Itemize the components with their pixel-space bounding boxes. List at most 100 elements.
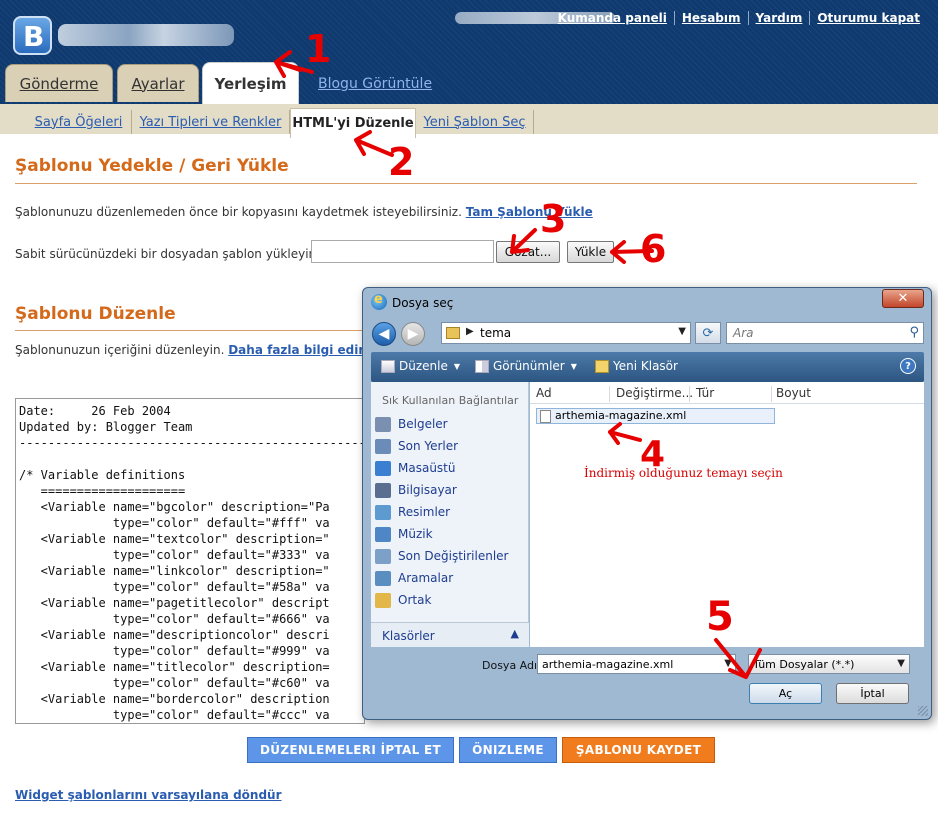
column-type[interactable]: Tür (696, 386, 772, 402)
cancel-edits-button[interactable]: DÜZENLEMELERI İPTAL ET (247, 737, 454, 763)
dialog-toolbar: Düzenle ▼ Görünümler ▼ Yeni Klasör ? (371, 352, 924, 382)
column-size[interactable]: Boyut (776, 386, 836, 402)
file-item[interactable]: arthemia-magazine.xml (536, 408, 775, 424)
file-path-input[interactable] (311, 240, 494, 263)
search-placeholder: Ara (733, 326, 754, 340)
close-button[interactable]: ✕ (882, 289, 924, 308)
sub-navigation: Sayfa Öğeleri Yazı Tipleri ve Renkler HT… (0, 104, 938, 138)
subtab-fonts-colors[interactable]: Yazı Tipleri ve Renkler (132, 110, 290, 134)
blogger-logo[interactable]: B (13, 16, 52, 55)
ie-icon (371, 292, 387, 310)
sign-out-link[interactable]: Oturumu kapat (809, 11, 927, 25)
chevron-down-icon[interactable]: ▼ (897, 658, 905, 669)
column-headers: Ad Değiştirme... Tür Boyut (530, 382, 924, 404)
column-modified[interactable]: Değiştirme... (616, 386, 693, 402)
new-folder-button[interactable]: Yeni Klasör (595, 359, 678, 373)
nav-item-icon (375, 570, 391, 586)
nav-item-label: Müzik (398, 527, 433, 541)
template-code: Date: 26 Feb 2004 Updated by: Blogger Te… (19, 404, 365, 722)
nav-item[interactable]: Resimler (375, 502, 525, 522)
blogger-logo-letter: B (23, 20, 45, 53)
blurred-blog-name (58, 24, 234, 46)
favorite-links-header: Sık Kullanılan Bağlantılar (382, 394, 519, 407)
nav-item[interactable]: Son Yerler (375, 436, 525, 456)
filename-input[interactable]: arthemia-magazine.xml ▼ (537, 654, 736, 674)
tab-settings[interactable]: Ayarlar (117, 64, 199, 102)
folder-icon (446, 327, 460, 339)
nav-item[interactable]: Son Değiştirilenler (375, 546, 525, 566)
new-folder-label: Yeni Klasör (613, 359, 678, 373)
save-template-button[interactable]: ŞABLONU KAYDET (562, 737, 715, 763)
backup-description: Şablonunuzu düzenlemeden önce bir kopyas… (15, 205, 462, 219)
back-arrow-icon[interactable]: ◀ (372, 322, 396, 346)
nav-item-label: Son Yerler (398, 439, 459, 453)
file-dialog: Dosya seç ✕ ◀ ▶ ▶ tema ▼ ⟳ Ara ⚲ Düzenle… (362, 287, 932, 720)
organize-button[interactable]: Düzenle ▼ (381, 359, 460, 373)
column-name[interactable]: Ad (536, 386, 610, 402)
search-input[interactable]: Ara ⚲ (726, 322, 924, 344)
subtab-edit-html[interactable]: HTML'yi Düzenle (290, 108, 416, 138)
instruction-note: İndirmiş olduğunuz temayı seçin (584, 466, 783, 480)
tab-settings-label: Ayarlar (131, 74, 185, 93)
dialog-cancel-button[interactable]: İptal (836, 683, 909, 704)
preview-button[interactable]: ÖNIZLEME (459, 737, 557, 763)
organize-icon (381, 359, 395, 373)
nav-item[interactable]: Müzik (375, 524, 525, 544)
open-button[interactable]: Aç (749, 683, 822, 704)
subtab-new-template[interactable]: Yeni Şablon Seç (416, 110, 534, 134)
nav-item-label: Resimler (398, 505, 451, 519)
subtab-page-elements[interactable]: Sayfa Öğeleri (26, 110, 132, 134)
filename-label: Dosya Adı: (482, 659, 541, 672)
annotation-number: 6 (640, 227, 666, 271)
nav-item-label: Bilgisayar (398, 483, 457, 497)
resize-grip[interactable] (918, 706, 928, 716)
help-icon[interactable]: ? (900, 358, 916, 374)
breadcrumb-arrow-icon: ▶ (466, 326, 474, 337)
edit-heading: Şablonu Düzenle (15, 304, 176, 324)
account-link[interactable]: Hesabım (673, 11, 748, 25)
tab-layout[interactable]: Yerleşim (202, 62, 299, 104)
view-blog-link[interactable]: Blogu Görüntüle (318, 76, 432, 92)
folders-bar[interactable]: Klasörler ▲ (371, 622, 529, 647)
nav-item-icon (375, 460, 391, 476)
revert-widgets-link[interactable]: Widget şablonlarını varsayılana döndür (15, 788, 282, 802)
blogger-header: B Kumanda paneli Hesabım Yardım Oturumu … (0, 0, 938, 104)
help-link[interactable]: Yardım (747, 11, 810, 25)
nav-item[interactable]: Bilgisayar (375, 480, 525, 500)
organize-label: Düzenle (399, 359, 448, 373)
address-bar[interactable]: ▶ tema ▼ (441, 322, 691, 344)
edit-description: Şablonunuzun içeriğini düzenleyin. (15, 343, 225, 357)
upload-button[interactable]: Yükle (567, 241, 614, 263)
download-template-link[interactable]: Tam Şablonu Yükle (466, 205, 593, 219)
address-text: tema (480, 326, 512, 340)
backup-heading: Şablonu Yedekle / Geri Yükle (15, 156, 289, 176)
nav-item-label: Masaüstü (398, 461, 456, 475)
filename-value: arthemia-magazine.xml (542, 658, 674, 671)
browse-button[interactable]: Gözat... (496, 241, 560, 263)
annotation-number: 3 (540, 197, 566, 241)
tab-posting[interactable]: Gönderme (5, 64, 113, 102)
filetype-value: Tüm Dosyalar (*.*) (753, 658, 855, 671)
chevron-up-icon[interactable]: ▲ (511, 627, 519, 640)
dashboard-link[interactable]: Kumanda paneli (551, 11, 674, 25)
filetype-select[interactable]: Tüm Dosyalar (*.*) ▼ (748, 654, 910, 674)
nav-item-icon (375, 438, 391, 454)
nav-item-icon (375, 416, 391, 432)
tab-posting-label: Gönderme (19, 74, 99, 93)
views-button[interactable]: Görünümler ▼ (475, 359, 577, 373)
search-icon[interactable]: ⚲ (909, 325, 919, 340)
refresh-icon[interactable]: ⟳ (695, 322, 721, 344)
nav-item[interactable]: Belgeler (375, 414, 525, 434)
nav-item[interactable]: Ortak (375, 590, 525, 610)
nav-item-icon (375, 592, 391, 608)
file-name: arthemia-magazine.xml (555, 409, 687, 422)
chevron-down-icon[interactable]: ▼ (678, 326, 686, 337)
template-code-editor[interactable]: Date: 26 Feb 2004 Updated by: Blogger Te… (15, 398, 365, 724)
forward-arrow-icon[interactable]: ▶ (401, 322, 425, 346)
learn-more-link[interactable]: Daha fazla bilgi edinin (228, 343, 379, 357)
chevron-down-icon[interactable]: ▼ (724, 658, 732, 669)
nav-item[interactable]: Aramalar (375, 568, 525, 588)
edit-text: Şablonunuzun içeriğini düzenleyin. Daha … (15, 343, 380, 357)
nav-item[interactable]: Masaüstü (375, 458, 525, 478)
nav-item-label: Belgeler (398, 417, 448, 431)
